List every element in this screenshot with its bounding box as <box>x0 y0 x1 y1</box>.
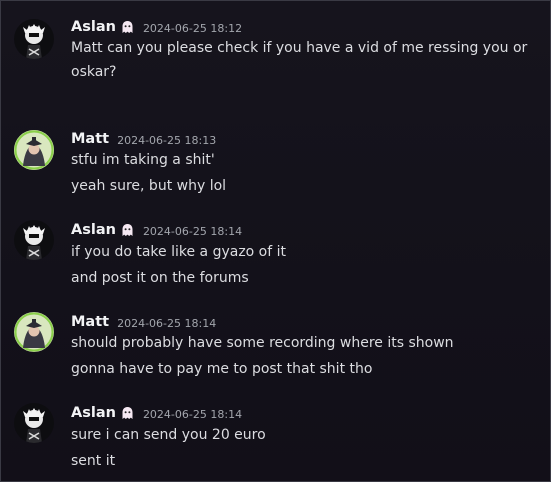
author-name[interactable]: Matt <box>71 131 109 147</box>
matt-avatar[interactable] <box>14 130 54 170</box>
message-text: yeah sure, but why lol <box>71 178 227 194</box>
aslan-avatar[interactable] <box>14 220 54 260</box>
timestamp: 2024-06-25 18:14 <box>142 224 243 238</box>
message-text: gonna have to pay me to post that shit t… <box>71 361 373 377</box>
aslan-avatar[interactable] <box>14 19 54 59</box>
author-name[interactable]: Aslan <box>71 222 116 238</box>
message-text: should probably have some recording wher… <box>71 335 454 351</box>
matt-avatar[interactable] <box>14 312 54 352</box>
ghost-icon <box>120 20 135 35</box>
ghost-icon <box>120 406 135 421</box>
message-text: sent it <box>71 453 116 469</box>
author-name[interactable]: Aslan <box>71 19 116 35</box>
timestamp: 2024-06-25 18:14 <box>117 316 217 330</box>
author-name[interactable]: Aslan <box>71 405 116 421</box>
timestamp: 2024-06-25 18:14 <box>142 407 243 421</box>
aslan-avatar[interactable] <box>14 403 54 443</box>
message-text: and post it on the forums <box>71 270 249 286</box>
timestamp: 2024-06-25 18:13 <box>117 133 217 147</box>
message-text: Matt can you please check if you have a … <box>71 40 528 56</box>
author-name[interactable]: Matt <box>71 314 109 330</box>
message-text: sure i can send you 20 euro <box>71 427 266 443</box>
message-text: oskar? <box>71 64 117 80</box>
message-text: stfu im taking a shit' <box>71 152 215 168</box>
message-text: if you do take like a gyazo of it <box>71 244 287 260</box>
timestamp: 2024-06-25 18:12 <box>142 21 243 35</box>
ghost-icon <box>120 223 135 238</box>
chat-window: Aslan 2024-06-25 18:12 Matt can you plea… <box>0 0 551 482</box>
